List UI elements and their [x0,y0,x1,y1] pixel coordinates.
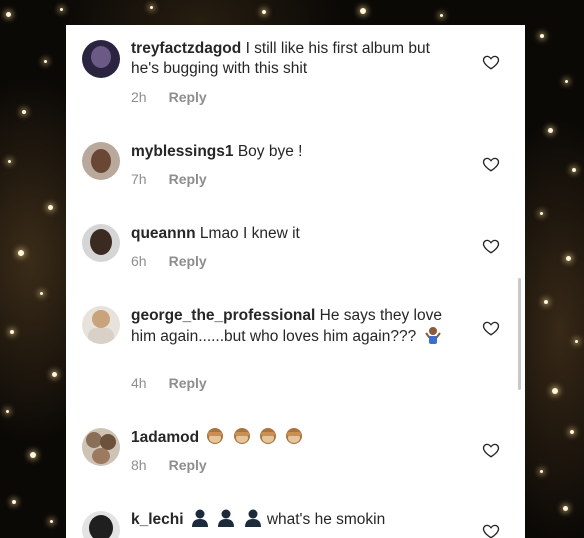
avatar[interactable] [82,511,120,538]
see-no-evil-monkey-emoji [203,428,304,446]
comment-time: 4h [131,375,147,391]
comment-text: Lmao I knew it [199,225,300,242]
heart-outline-icon[interactable] [482,441,500,459]
comment-time: 2h [131,89,147,105]
comment-username[interactable]: treyfactzdagod [131,40,241,57]
reply-button[interactable]: Reply [169,375,207,391]
man-shrugging-emoji [424,327,441,344]
comment-time: 7h [131,171,147,187]
avatar[interactable] [82,224,120,262]
comment-username[interactable]: queannn [131,225,196,242]
comment-username[interactable]: k_lechi [131,511,184,528]
reply-button[interactable]: Reply [169,457,207,473]
heart-outline-icon[interactable] [482,522,500,538]
comment-username[interactable]: myblessings1 [131,143,234,160]
heart-outline-icon[interactable] [482,319,500,337]
heart-outline-icon[interactable] [482,53,500,71]
avatar[interactable] [82,142,120,180]
reply-button[interactable]: Reply [169,253,207,269]
comment-text: what's he smokin [266,511,386,528]
heart-outline-icon[interactable] [482,155,500,173]
avatar[interactable] [82,306,120,344]
scrollbar[interactable] [518,278,521,390]
comment-username[interactable]: 1adamod [131,429,199,446]
avatar[interactable] [82,428,120,466]
reply-button[interactable]: Reply [169,171,207,187]
comment-time: 6h [131,253,147,269]
comments-panel: treyfactzdagod I still like his first al… [66,25,525,538]
avatar[interactable] [82,40,120,78]
heart-outline-icon[interactable] [482,237,500,255]
comment-time: 8h [131,457,147,473]
comment-text: Boy bye ! [237,143,303,160]
person-silhouette-emoji [188,509,267,528]
reply-button[interactable]: Reply [169,89,207,105]
comment-username[interactable]: george_the_professional [131,307,315,324]
